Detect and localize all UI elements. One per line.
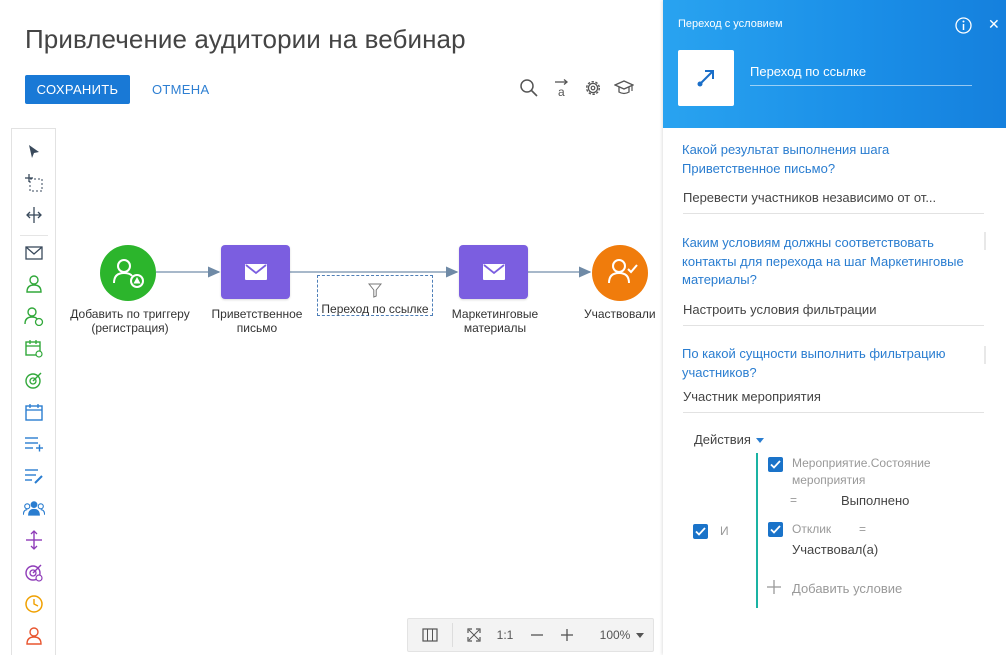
actions-menu[interactable]: Действия	[694, 432, 764, 447]
chevron-down-icon[interactable]	[634, 619, 646, 651]
trigger-person-icon	[113, 259, 144, 288]
check-icon	[770, 460, 781, 469]
conditional-transition[interactable]: Переход по ссылке	[317, 275, 433, 316]
zoom-divider	[452, 623, 453, 647]
question-entity: По какой сущности выполнить фильтрацию у…	[682, 346, 946, 380]
panel-scroll-marker	[984, 346, 986, 364]
close-icon[interactable]: ✕	[988, 16, 1000, 32]
fit-screen-icon[interactable]	[462, 619, 486, 651]
zoom-level-select[interactable]: 100%	[598, 619, 632, 651]
element-properties-panel: Переход с условием ✕ Переход по ссылке К…	[663, 0, 1006, 655]
condition-value[interactable]: Выполнено	[841, 492, 909, 509]
plus-icon[interactable]	[766, 579, 782, 595]
conditions-select[interactable]: Настроить условия фильтрации	[683, 302, 984, 326]
transition-label: Переход по ссылке	[321, 302, 429, 316]
panel-header-title: Переход с условием	[678, 18, 783, 30]
transition-arrow-icon	[697, 70, 714, 87]
entity-select[interactable]: Участник мероприятия	[683, 389, 984, 413]
node-label-welcome: Приветственное письмо	[211, 307, 303, 335]
zoom-toolbar: 1:1 100%	[407, 618, 654, 652]
question-conditions: Каким условиям должны соответствовать ко…	[682, 235, 964, 287]
condition-checkbox[interactable]	[768, 457, 783, 472]
panel-scroll-marker	[984, 232, 986, 250]
node-label-trigger: Добавить по триггеру (регистрация)	[70, 307, 190, 335]
audience-node-participated[interactable]	[592, 245, 648, 301]
panel-header: Переход с условием ✕ Переход по ссылке	[663, 0, 1006, 128]
email-node-welcome[interactable]	[221, 245, 290, 299]
participant-check-icon	[608, 259, 638, 284]
envelope-icon	[244, 264, 267, 280]
check-icon	[770, 525, 781, 534]
campaign-designer: Привлечение аудитории на вебинар СОХРАНИ…	[0, 0, 1006, 655]
group-operator[interactable]: И	[720, 523, 729, 540]
info-icon[interactable]	[955, 17, 972, 34]
zoom-out-icon[interactable]	[526, 619, 548, 651]
add-condition-button[interactable]: Добавить условие	[792, 580, 902, 597]
check-icon	[695, 527, 706, 536]
node-label-participated: Участвовали	[584, 307, 656, 321]
actual-size-button[interactable]: 1:1	[492, 619, 518, 651]
condition-operator[interactable]: =	[859, 521, 866, 538]
filter-icon	[368, 283, 382, 298]
email-node-marketing[interactable]	[459, 245, 528, 299]
element-name-field[interactable]: Переход по ссылке	[750, 64, 972, 86]
condition-value[interactable]: Участвовал(а)	[792, 541, 878, 558]
actions-label: Действия	[694, 432, 751, 447]
chevron-down-icon	[755, 438, 764, 444]
condition-field[interactable]: Отклик	[792, 521, 831, 538]
condition-group-bar	[756, 453, 758, 608]
condition-field[interactable]: Мероприятие.Состояние мероприятия	[792, 455, 962, 489]
element-type-tile	[678, 50, 734, 106]
node-label-marketing: Маркетинговые материалы	[451, 307, 539, 335]
minimap-icon[interactable]	[416, 619, 444, 651]
trigger-node[interactable]	[100, 245, 156, 301]
group-checkbox[interactable]	[693, 524, 708, 539]
step-result-select[interactable]: Перевести участников независимо от от...	[683, 190, 984, 214]
envelope-icon	[482, 264, 505, 280]
zoom-in-icon[interactable]	[556, 619, 578, 651]
condition-checkbox[interactable]	[768, 522, 783, 537]
question-step-result: Какой результат выполнения шага Приветст…	[682, 142, 890, 176]
condition-operator[interactable]: =	[790, 492, 797, 509]
